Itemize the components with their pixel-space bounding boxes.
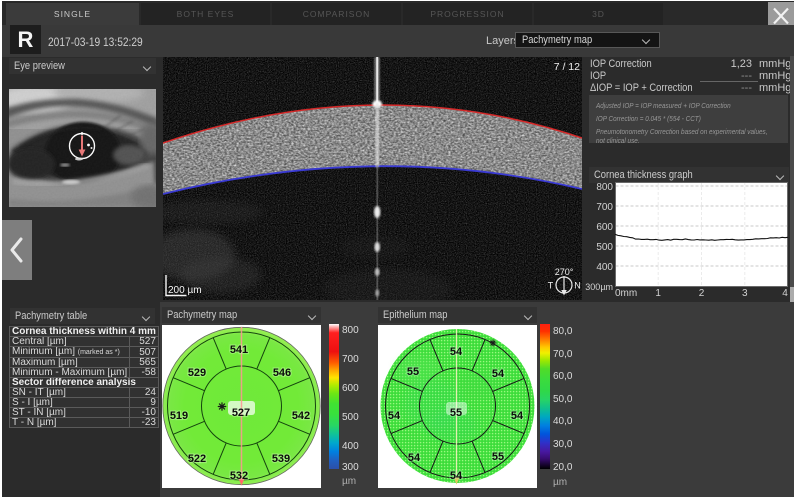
svg-text:400: 400 xyxy=(596,262,613,273)
svg-text:3: 3 xyxy=(742,288,748,299)
svg-text:54: 54 xyxy=(450,346,463,358)
svg-text:N: N xyxy=(574,281,581,291)
svg-text:542: 542 xyxy=(292,410,310,422)
svg-text:300µm: 300µm xyxy=(585,282,613,292)
svg-text:54: 54 xyxy=(450,470,463,482)
svg-text:2: 2 xyxy=(699,288,705,299)
svg-text:500: 500 xyxy=(596,242,613,253)
svg-text:55: 55 xyxy=(450,407,462,419)
svg-text:522: 522 xyxy=(188,453,206,465)
svg-text:T: T xyxy=(548,281,554,291)
svg-text:55: 55 xyxy=(407,366,419,378)
svg-text:519: 519 xyxy=(170,410,188,422)
svg-text:532: 532 xyxy=(230,470,248,482)
svg-text:600: 600 xyxy=(596,222,613,233)
svg-text:0mm: 0mm xyxy=(615,288,637,299)
svg-text:1: 1 xyxy=(655,288,661,299)
svg-text:54: 54 xyxy=(408,452,421,464)
svg-text:527: 527 xyxy=(232,407,250,419)
svg-text:529: 529 xyxy=(188,367,206,379)
svg-text:54: 54 xyxy=(492,368,505,380)
svg-text:700: 700 xyxy=(596,202,613,213)
svg-text:800: 800 xyxy=(596,182,613,193)
svg-text:4: 4 xyxy=(782,288,788,299)
svg-text:541: 541 xyxy=(230,344,248,356)
svg-text:200 µm: 200 µm xyxy=(168,285,202,296)
svg-text:546: 546 xyxy=(273,367,291,379)
svg-text:7 / 12: 7 / 12 xyxy=(554,61,580,73)
svg-text:539: 539 xyxy=(272,453,290,465)
svg-text:270°: 270° xyxy=(555,267,574,277)
svg-text:54: 54 xyxy=(388,410,401,422)
svg-text:55: 55 xyxy=(492,451,504,463)
svg-text:54: 54 xyxy=(511,410,524,422)
